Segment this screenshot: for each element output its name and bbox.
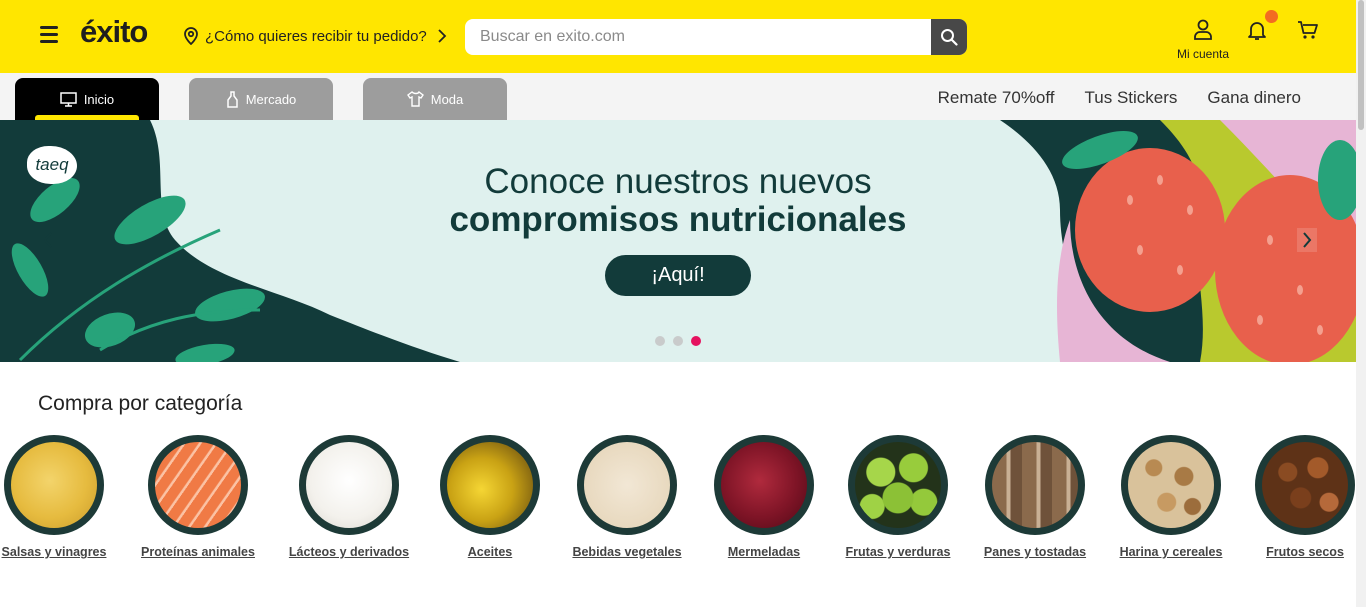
carousel-dot-3-active[interactable] bbox=[691, 336, 701, 346]
tab-moda[interactable]: Moda bbox=[363, 78, 507, 120]
carousel-next-button[interactable] bbox=[1297, 228, 1317, 252]
notifications-button[interactable] bbox=[1245, 10, 1278, 47]
bell-icon bbox=[1248, 22, 1266, 40]
top-header: éxito ¿Cómo quieres recibir tu pedido? M… bbox=[0, 0, 1356, 73]
tab-moda-label: Moda bbox=[430, 91, 464, 107]
my-account-label: Mi cuenta bbox=[1176, 47, 1230, 61]
category-image-proteinas bbox=[148, 435, 248, 535]
user-icon bbox=[1194, 19, 1212, 40]
hamburger-menu-icon[interactable] bbox=[40, 26, 58, 44]
tab-mercado[interactable]: Mercado bbox=[189, 78, 333, 120]
carousel-dots bbox=[655, 336, 701, 346]
chevron-right-icon bbox=[1303, 232, 1312, 248]
category-label: Lácteos y derivados bbox=[288, 545, 410, 559]
category-proteinas-animales[interactable]: Proteínas animales bbox=[128, 435, 268, 561]
category-label: Mermeladas bbox=[727, 545, 801, 559]
category-lacteos-y-derivados[interactable]: Lácteos y derivados bbox=[279, 435, 419, 561]
category-panes-y-tostadas[interactable]: Panes y tostadas bbox=[965, 435, 1105, 561]
category-image-salsas bbox=[4, 435, 104, 535]
banner-illustration bbox=[0, 120, 1356, 362]
category-bebidas-vegetales[interactable]: Bebidas vegetales bbox=[557, 435, 697, 561]
my-account-button[interactable]: Mi cuenta bbox=[1170, 18, 1236, 61]
category-image-mermeladas bbox=[714, 435, 814, 535]
category-image-bebidas bbox=[577, 435, 677, 535]
cart-icon bbox=[1298, 21, 1318, 39]
monitor-icon bbox=[60, 91, 77, 107]
category-frutas-y-verduras[interactable]: Frutas y verduras bbox=[828, 435, 968, 561]
nav-links: Remate 70%off Tus Stickers Gana dinero bbox=[938, 88, 1301, 108]
category-image-harina bbox=[1121, 435, 1221, 535]
nav-row: Inicio Mercado Moda Remate 70%off Tus St… bbox=[0, 73, 1356, 120]
category-label: Frutos secos bbox=[1266, 545, 1344, 559]
category-label: Aceites bbox=[467, 545, 513, 559]
banner-title-line1: Conoce nuestros nuevos bbox=[484, 162, 872, 201]
category-harina-y-cereales[interactable]: Harina y cereales bbox=[1101, 435, 1241, 561]
banner-title-line2: compromisos nutricionales bbox=[449, 200, 907, 239]
carousel-dot-1[interactable] bbox=[655, 336, 665, 346]
category-image-frutos-secos bbox=[1255, 435, 1355, 535]
category-image-panes bbox=[985, 435, 1085, 535]
category-carousel: Salsas y vinagres Proteínas animales Lác… bbox=[0, 435, 1366, 575]
tab-mercado-label: Mercado bbox=[245, 91, 297, 107]
search-bar bbox=[465, 19, 967, 55]
category-label: Salsas y vinagres bbox=[1, 545, 107, 559]
scrollbar-thumb[interactable] bbox=[1358, 0, 1364, 130]
search-input[interactable] bbox=[465, 19, 931, 55]
category-salsas-y-vinagres[interactable]: Salsas y vinagres bbox=[0, 435, 124, 561]
cart-button[interactable] bbox=[1296, 19, 1320, 46]
category-image-aceites bbox=[440, 435, 540, 535]
chevron-right-icon bbox=[438, 29, 447, 43]
category-aceites[interactable]: Aceites bbox=[420, 435, 560, 561]
notification-badge bbox=[1265, 10, 1278, 23]
nav-link-remate[interactable]: Remate 70%off bbox=[938, 88, 1055, 108]
nav-link-gana-dinero[interactable]: Gana dinero bbox=[1207, 88, 1301, 108]
search-button[interactable] bbox=[931, 19, 967, 55]
bottle-icon bbox=[226, 90, 238, 108]
category-image-lacteos bbox=[299, 435, 399, 535]
categories-title: Compra por categoría bbox=[38, 392, 243, 415]
delivery-location-selector[interactable]: ¿Cómo quieres recibir tu pedido? bbox=[183, 27, 447, 45]
category-label: Harina y cereales bbox=[1119, 545, 1223, 559]
tab-inicio[interactable]: Inicio bbox=[15, 78, 159, 120]
page-scrollbar[interactable] bbox=[1356, 0, 1366, 607]
carousel-prev-button[interactable] bbox=[38, 228, 58, 252]
chevron-left-icon bbox=[43, 232, 52, 248]
nav-link-stickers[interactable]: Tus Stickers bbox=[1085, 88, 1178, 108]
banner-cta-button[interactable]: ¡Aquí! bbox=[605, 255, 751, 296]
category-label: Panes y tostadas bbox=[983, 545, 1087, 559]
exito-logo[interactable]: éxito bbox=[80, 14, 148, 50]
search-icon bbox=[941, 29, 958, 46]
location-prompt: ¿Cómo quieres recibir tu pedido? bbox=[205, 27, 427, 45]
category-image-frutas bbox=[848, 435, 948, 535]
shirt-icon bbox=[406, 91, 424, 107]
location-pin-icon bbox=[184, 27, 198, 45]
carousel-dot-2[interactable] bbox=[673, 336, 683, 346]
category-mermeladas[interactable]: Mermeladas bbox=[694, 435, 834, 561]
category-label: Proteínas animales bbox=[141, 545, 255, 559]
category-label: Frutas y verduras bbox=[845, 545, 951, 559]
tab-inicio-label: Inicio bbox=[83, 91, 115, 107]
promo-banner[interactable]: taeq Conoce nuestros nuevos compromisos … bbox=[0, 120, 1356, 362]
category-frutos-secos[interactable]: Frutos secos bbox=[1235, 435, 1366, 561]
logo-text: éxito bbox=[80, 14, 148, 49]
category-label: Bebidas vegetales bbox=[572, 545, 682, 559]
